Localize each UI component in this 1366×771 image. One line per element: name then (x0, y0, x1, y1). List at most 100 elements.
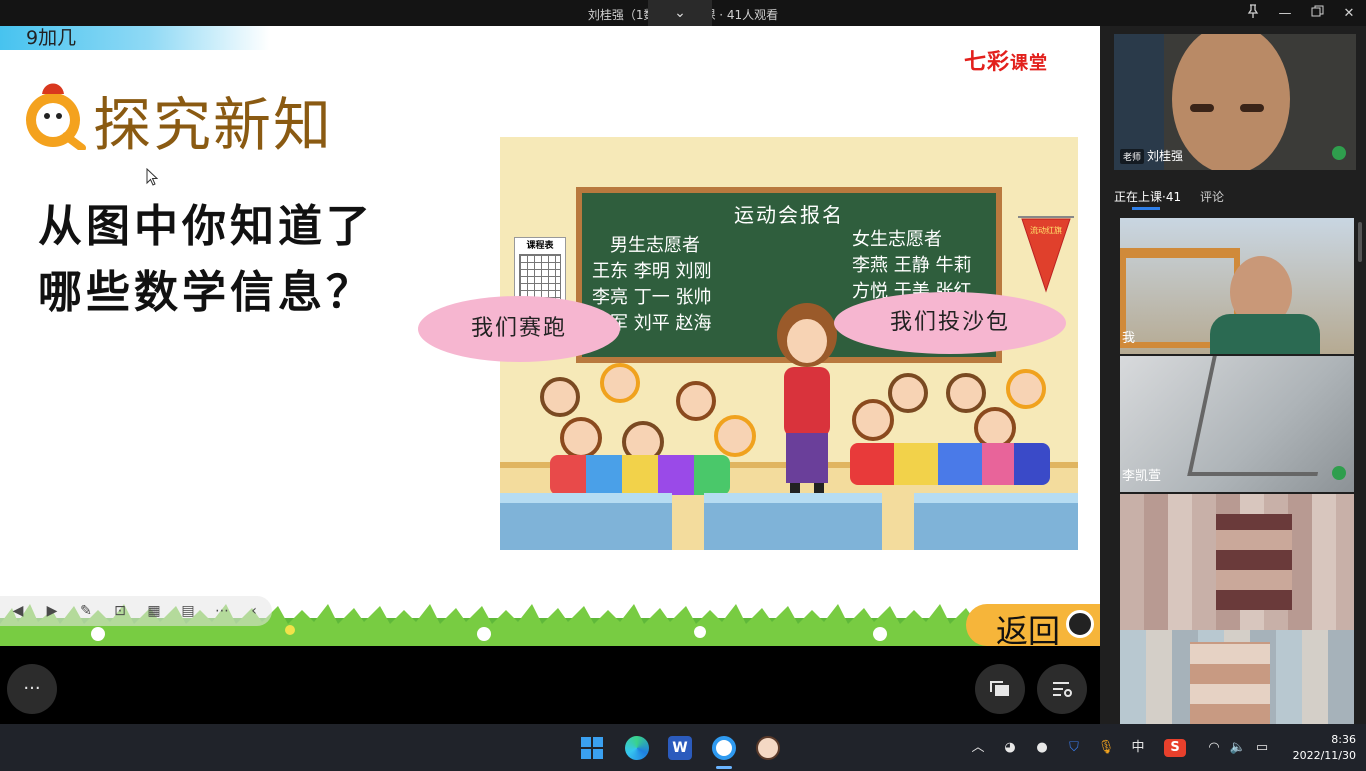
subtitle-icon: ▤ (181, 603, 195, 619)
active-app-indicator (716, 766, 732, 769)
zoom-tool-button[interactable]: ⊡ (110, 601, 130, 621)
desk (704, 493, 882, 550)
student-figure (676, 381, 716, 421)
student-figure (852, 399, 894, 441)
speech-bubble-running: 我们赛跑 (418, 296, 620, 362)
teacher-eye (1190, 104, 1214, 112)
maximize-button[interactable] (1302, 4, 1332, 24)
windows-taskbar: W ︿ ◕ ● ⛉ 🎙 中 S ◠ 🔈 ▭ 8:36 2022/11/30 (0, 724, 1366, 771)
play-previous-icon: ◀ (12, 603, 24, 619)
red-pennant-icon: 流动红旗 (1018, 216, 1074, 293)
qq-tray-button[interactable]: ● (1032, 739, 1052, 757)
battery-button[interactable]: ▭ (1252, 739, 1272, 757)
sogou-input-button[interactable]: S (1164, 739, 1186, 757)
contact-avatar-button[interactable] (756, 736, 780, 760)
system-clock[interactable]: 8:36 2022/11/30 (1290, 732, 1356, 764)
microphone-on-icon (1332, 466, 1346, 480)
start-button[interactable] (580, 736, 604, 760)
panel-tabs: 正在上课·41 评论 (1114, 186, 1356, 212)
minimize-button[interactable]: — (1270, 4, 1300, 24)
tray-globe-icon: ◕ (1004, 740, 1016, 755)
clock-date: 2022/11/30 (1292, 749, 1356, 762)
mouse-cursor-icon (146, 168, 158, 186)
participant-tile[interactable] (1120, 494, 1354, 630)
student-figure (540, 377, 580, 417)
student-figure (946, 373, 986, 413)
q-logo-icon (1066, 610, 1094, 638)
show-hidden-icons-button[interactable]: ︿ (968, 739, 988, 757)
volume-button[interactable]: 🔈 (1228, 739, 1248, 757)
word-app-button[interactable]: W (668, 736, 692, 760)
blurred-video (1216, 514, 1292, 610)
student-figure (888, 373, 928, 413)
question-line-1: 从图中你知道了 (38, 201, 374, 252)
tray-app-button[interactable]: ◕ (1000, 739, 1020, 757)
wifi-button[interactable]: ◠ (1204, 739, 1224, 757)
chevron-up-icon: ︿ (971, 740, 985, 755)
mascot-q-icon (26, 83, 86, 150)
microphone-tray-button[interactable]: 🎙 (1096, 739, 1116, 757)
restore-icon (1311, 5, 1323, 17)
girls-heading: 女生志愿者 (852, 229, 942, 250)
boys-volunteer-list: 男生志愿者 王东 李明 刘刚 李亮 丁一 张帅 于军 刘平 赵海 (592, 233, 711, 337)
speech-bubble-sandbag: 我们投沙包 (834, 292, 1066, 354)
minimize-icon: — (1278, 6, 1292, 21)
participant-tile[interactable] (1120, 630, 1354, 724)
wifi-icon: ◠ (1208, 740, 1220, 755)
slide-player-toolbar: ◀ ▶ ✎ ⊡ ▦ ▤ ⋯ ‹ (0, 596, 272, 626)
slides-icon: ▦ (147, 603, 161, 619)
student-figure (1006, 369, 1046, 409)
teacher-video-tile[interactable]: 老师 刘桂强 (1114, 34, 1356, 170)
participant-tile[interactable]: 李凯萱 (1120, 356, 1354, 492)
student-figure (560, 417, 602, 459)
battery-icon: ▭ (1255, 740, 1269, 755)
shield-icon: ⛉ (1069, 740, 1079, 755)
participants-panel: 老师 刘桂强 正在上课·41 评论 我 李凯萱 (1100, 26, 1366, 724)
boys-row: 王东 李明 刘刚 (592, 261, 712, 282)
lesson-tag-label: 9加几 (26, 27, 77, 49)
lesson-tag: 9加几 (0, 26, 270, 50)
security-tray-button[interactable]: ⛉ (1064, 739, 1084, 757)
more-menu-button[interactable]: ··· (7, 664, 57, 714)
input-method-button[interactable]: 中 (1128, 739, 1148, 757)
classroom-app-button[interactable] (712, 736, 736, 760)
tab-live-attendees[interactable]: 正在上课·41 (1114, 188, 1181, 205)
back-label: 返回 (996, 612, 1061, 646)
schedule-grid (519, 254, 561, 300)
title-bar: 刘桂强（1数…………课 · 41人观看 ⌄ — ✕ (0, 0, 1366, 32)
previous-slide-button[interactable]: ◀ (8, 601, 28, 621)
pin-button[interactable] (1238, 4, 1268, 24)
chevron-down-icon: ⌄ (674, 5, 686, 21)
switch-layout-button[interactable] (975, 664, 1025, 714)
edge-browser-button[interactable] (625, 736, 649, 760)
brand-main: 七彩 (964, 50, 1011, 75)
teacher-eye (1240, 104, 1264, 112)
microphone-icon: 🎙 (1097, 740, 1115, 755)
windows-logo-icon (581, 737, 603, 759)
students-clothing-group (550, 455, 730, 495)
slides-overview-button[interactable]: ▦ (144, 601, 164, 621)
close-button[interactable]: ✕ (1334, 4, 1364, 24)
more-options-button[interactable]: ⋯ (212, 601, 232, 621)
zoom-icon: ⊡ (114, 603, 126, 619)
girls-row: 李燕 王静 牛莉 (852, 255, 972, 276)
view-settings-icon (1053, 682, 1072, 697)
tab-comments[interactable]: 评论 (1200, 188, 1224, 205)
active-tab-indicator (1132, 207, 1160, 210)
word-icon: W (672, 740, 688, 756)
view-settings-button[interactable] (1037, 664, 1087, 714)
subtitle-button[interactable]: ▤ (178, 601, 198, 621)
boys-row: 李亮 丁一 张帅 (592, 287, 712, 308)
ellipsis-icon: ··· (23, 678, 41, 699)
participant-tile[interactable]: 我 (1120, 218, 1354, 354)
collapse-toolbar-button[interactable]: ‹ (244, 601, 264, 621)
app-window: 刘桂强（1数…………课 · 41人观看 ⌄ — ✕ 9加几 七彩课堂 探究新知 (0, 0, 1366, 771)
back-button[interactable]: 返回 (966, 604, 1100, 646)
panel-scrollbar[interactable] (1358, 222, 1362, 262)
section-title: 探究新知 (93, 91, 334, 159)
sogou-icon: S (1170, 740, 1180, 755)
next-slide-button[interactable]: ▶ (42, 601, 62, 621)
desk (914, 493, 1078, 550)
pen-tool-button[interactable]: ✎ (76, 601, 96, 621)
participant-shirt (1210, 314, 1320, 354)
